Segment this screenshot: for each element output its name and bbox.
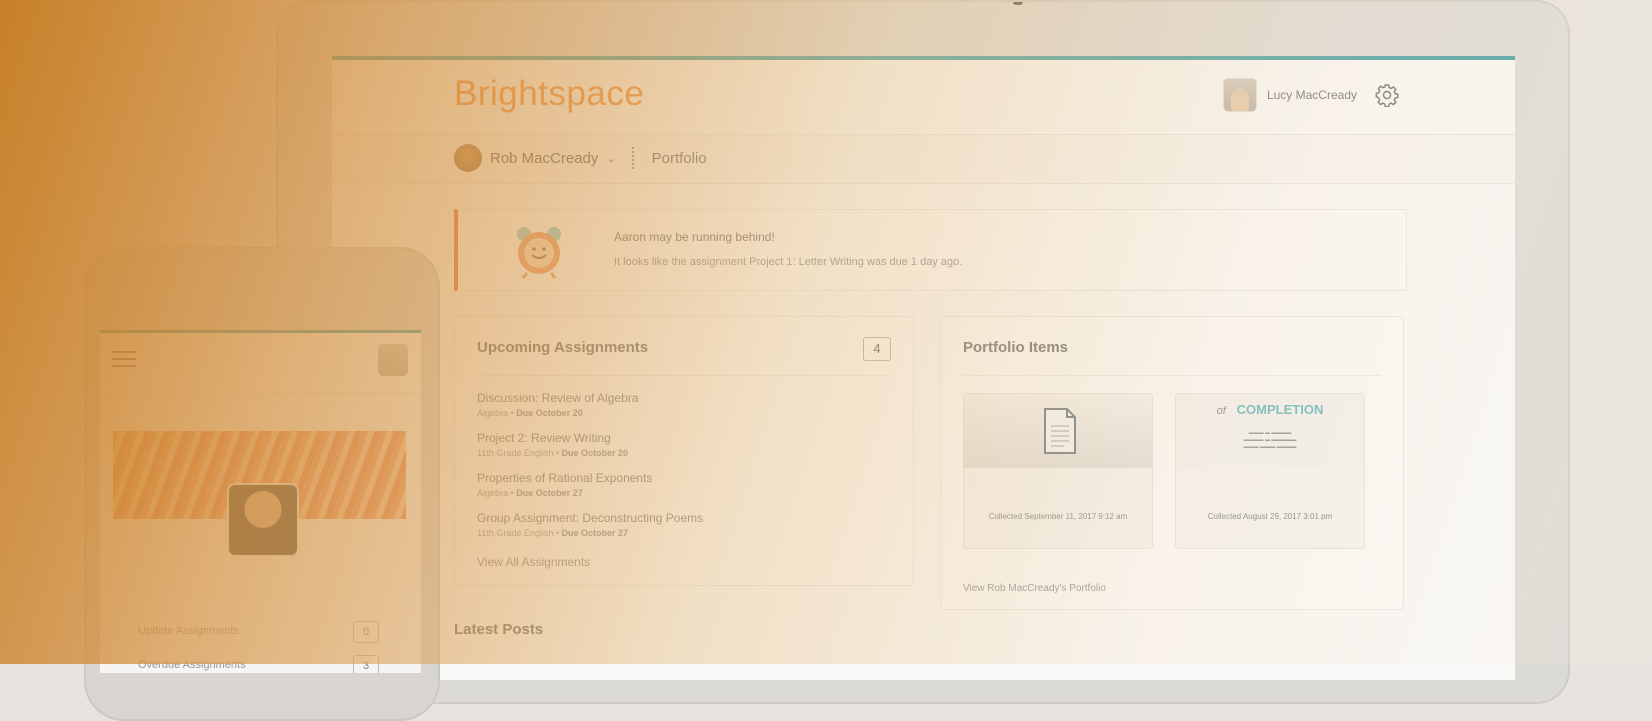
assignment-course: 11th Grade English	[477, 528, 554, 538]
assignment-title[interactable]: Project 2: Review Writing	[477, 431, 628, 445]
view-all-assignments-link[interactable]: View All Assignments	[477, 555, 590, 569]
breadcrumb: Rob MacCready ⌄ Portfolio	[332, 135, 1515, 184]
portfolio-items-card: Portfolio Items Collected September 11, …	[940, 316, 1404, 610]
breadcrumb-separator	[631, 147, 636, 169]
card-title: Portfolio Items	[963, 339, 1069, 356]
divider	[963, 375, 1381, 376]
assignment-due: Due October 27	[516, 488, 583, 498]
portfolio-item[interactable]: of COMPLETION ▬▬▬ ▬ ▬▬▬▬ ▬▬▬▬ ▬ ▬▬▬▬▬ ▬▬▬ …	[1175, 393, 1365, 549]
assignment-title[interactable]: Discussion: Review of Algebra	[477, 391, 638, 405]
certificate-thumbnail[interactable]: of COMPLETION ▬▬▬ ▬ ▬▬▬▬ ▬▬▬▬ ▬ ▬▬▬▬▬ ▬▬▬ …	[1176, 394, 1364, 468]
avatar[interactable]	[378, 344, 408, 376]
assignment-course: 11th Grade English	[477, 448, 554, 458]
user-menu[interactable]: Lucy MacCready	[1222, 78, 1399, 112]
phone-row-badge: 3	[353, 655, 379, 673]
top-bar: Brightspace Lucy MacCready	[332, 60, 1515, 135]
portfolio-thumbnail[interactable]	[964, 394, 1152, 468]
chevron-down-icon[interactable]: ⌄	[606, 152, 615, 165]
assignment-title[interactable]: Group Assignment: Deconstructing Poems	[477, 511, 703, 525]
laptop-camera	[1013, 2, 1023, 5]
phone-row-label[interactable]: Overdue Assignments	[138, 659, 246, 671]
student-avatar[interactable]	[454, 144, 482, 172]
alert-text: It looks like the assignment Project 1: …	[614, 256, 963, 268]
assignment-item[interactable]: Group Assignment: Deconstructing Poems 1…	[477, 511, 703, 538]
certificate-fine-print: ▬▬▬ ▬ ▬▬▬▬ ▬▬▬▬ ▬ ▬▬▬▬▬ ▬▬▬ ▬▬▬ ▬▬▬▬	[1243, 430, 1297, 450]
alert-title: Aaron may be running behind!	[614, 230, 775, 244]
brand-logo[interactable]: Brightspace	[454, 74, 644, 114]
assignment-due: Due October 20	[516, 408, 583, 418]
assignment-due: Due October 27	[561, 528, 629, 538]
upcoming-assignments-card: Upcoming Assignments 4 Discussion: Revie…	[454, 316, 914, 586]
phone-row-badge: 0	[353, 621, 379, 643]
alert-banner: Aaron may be running behind! It looks li…	[454, 209, 1407, 291]
assignment-item[interactable]: Project 2: Review Writing 11th Grade Eng…	[477, 431, 628, 458]
assignment-due: Due October 20	[561, 448, 629, 458]
app-screen: Brightspace Lucy MacCready Rob MacCready…	[332, 56, 1515, 680]
assignment-item[interactable]: Properties of Rational Exponents Algebra…	[477, 471, 652, 498]
assignment-course: Algebra	[477, 488, 509, 498]
avatar[interactable]	[1222, 78, 1257, 112]
view-portfolio-link[interactable]: View Rob MacCready's Portfolio	[963, 583, 1106, 594]
assignment-count-badge: 4	[863, 337, 891, 361]
gear-icon[interactable]	[1375, 83, 1399, 107]
document-icon	[1044, 408, 1076, 454]
user-name[interactable]: Lucy MacCready	[1267, 88, 1357, 102]
nav-link-portfolio[interactable]: Portfolio	[652, 150, 707, 167]
assignment-title[interactable]: Properties of Rational Exponents	[477, 471, 652, 485]
divider	[100, 393, 421, 394]
assignment-item[interactable]: Discussion: Review of Algebra Algebra • …	[477, 391, 638, 418]
portfolio-caption: Collected August 29, 2017 3:01 pm	[1207, 512, 1333, 521]
alarm-clock-icon	[517, 227, 561, 279]
student-selector[interactable]: Rob MacCready	[490, 150, 598, 167]
card-title: Upcoming Assignments	[477, 339, 649, 356]
assignment-course: Algebra	[477, 408, 509, 418]
hamburger-menu-icon[interactable]	[112, 351, 136, 372]
portfolio-caption: Collected September 11, 2017 9:12 am	[988, 512, 1128, 521]
portfolio-item[interactable]: Collected September 11, 2017 9:12 am	[963, 393, 1153, 549]
student-photo	[227, 483, 299, 557]
certificate-title: of COMPLETION	[1216, 402, 1324, 417]
divider	[477, 375, 891, 376]
phone-row-label[interactable]: Update Assignments	[138, 625, 239, 637]
phone-screen: Update Assignments 0 Overdue Assignments…	[100, 330, 421, 673]
latest-posts-heading: Latest Posts	[454, 621, 544, 638]
